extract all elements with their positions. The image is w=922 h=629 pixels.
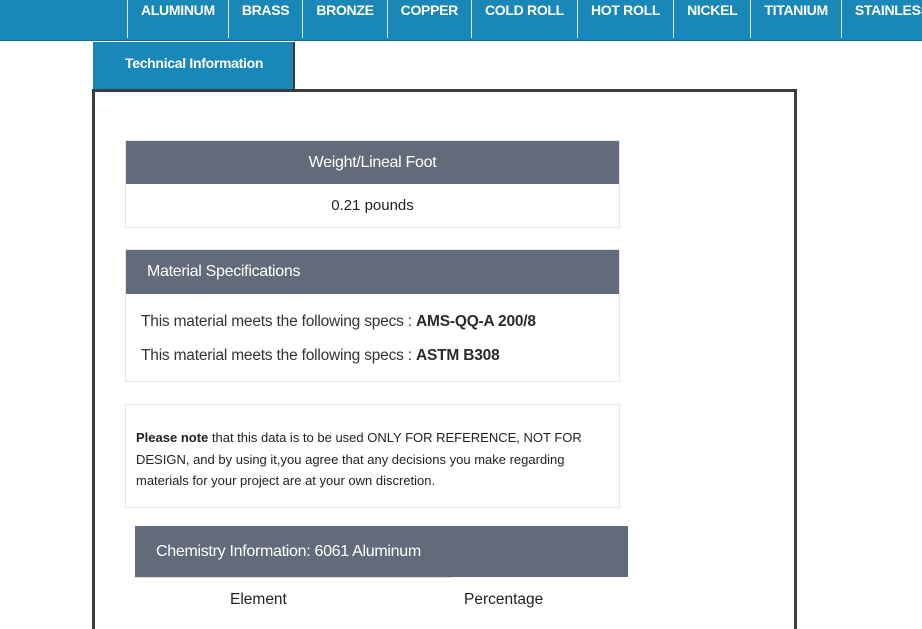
- nav-item-nickel[interactable]: NICKEL: [673, 0, 750, 38]
- nav-item-aluminum[interactable]: ALUMINUM: [127, 0, 228, 38]
- nav-item-hot-roll[interactable]: HOT ROLL: [576, 0, 673, 38]
- header-divider: [135, 577, 453, 578]
- spec-line-prefix: This material meets the following specs …: [141, 347, 417, 364]
- nav-item-titanium[interactable]: TITANIUM: [750, 0, 840, 38]
- nav-item-brass[interactable]: BRASS: [227, 0, 303, 38]
- material-specifications-card: Material Specifications This material me…: [125, 249, 620, 382]
- nav-item-cold-roll[interactable]: COLD ROLL: [470, 0, 577, 38]
- tab-technical-information[interactable]: Technical Information: [93, 42, 295, 90]
- spec-line: This material meets the following specs …: [141, 347, 500, 365]
- specifications-header: Material Specifications: [126, 250, 619, 294]
- chemistry-information-card: Chemistry Information: 6061 Aluminum Ele…: [135, 526, 628, 616]
- column-header-element: Element: [230, 591, 287, 608]
- weight-card-header: Weight/Lineal Foot: [126, 141, 619, 184]
- metal-category-menu: ALUMINUM BRASS BRONZE COPPER COLD ROLL H…: [127, 0, 922, 40]
- spec-line-prefix: This material meets the following specs …: [141, 313, 417, 330]
- chemistry-header: Chemistry Information: 6061 Aluminum: [135, 526, 628, 577]
- note-bold-label: Please note: [136, 430, 209, 445]
- top-navigation-bar: ALUMINUM BRASS BRONZE COPPER COLD ROLL H…: [0, 0, 922, 41]
- weight-value: 0.21 pounds: [331, 197, 414, 214]
- spec-line: This material meets the following specs …: [141, 313, 536, 331]
- disclaimer-note-card: Please note that this data is to be used…: [125, 404, 620, 508]
- disclaimer-text: Please note that this data is to be used…: [136, 427, 606, 492]
- nav-item-copper[interactable]: COPPER: [386, 0, 471, 38]
- spec-code: ASTM B308: [416, 347, 500, 364]
- column-header-percentage: Percentage: [464, 591, 544, 608]
- nav-item-stainless[interactable]: STAINLESS: [840, 0, 922, 38]
- nav-item-bronze[interactable]: BRONZE: [302, 0, 386, 38]
- weight-card: Weight/Lineal Foot 0.21 pounds: [125, 140, 620, 228]
- spec-code: AMS-QQ-A 200/8: [416, 313, 536, 330]
